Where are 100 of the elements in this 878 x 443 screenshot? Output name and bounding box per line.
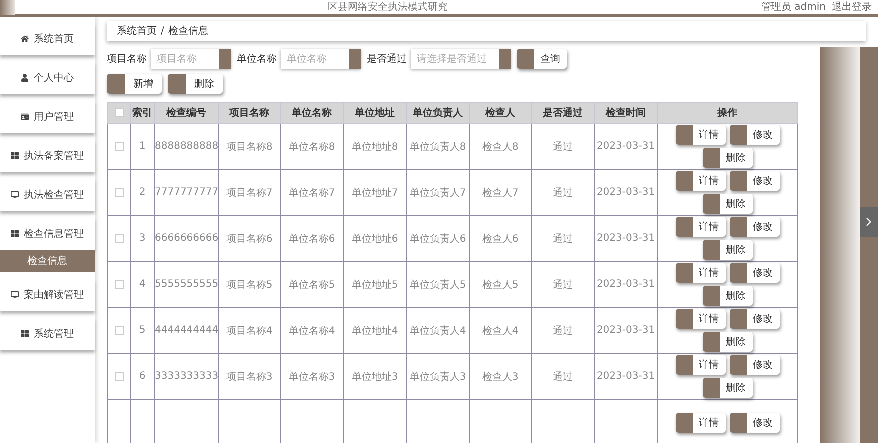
table-cell: 5555555555: [154, 262, 218, 308]
column-header: 单位名称: [280, 102, 344, 124]
grid-icon: [11, 152, 19, 160]
filter-label: 项目名称: [107, 53, 147, 66]
action-button[interactable]: 详情: [676, 263, 726, 283]
action-button[interactable]: 修改: [730, 412, 780, 432]
user-label: 管理员 admin: [761, 1, 826, 14]
table-cell: 单位负责人3: [406, 354, 470, 400]
action-button[interactable]: 删除: [702, 332, 752, 352]
app-title: 区县网络安全执法模式研究: [327, 0, 450, 14]
column-header: 操作: [658, 102, 798, 124]
sidebar-item[interactable]: 系统首页: [0, 23, 95, 55]
table-cell: 检查人8: [470, 124, 532, 170]
table-cell: 单位名称3: [280, 354, 344, 400]
grid-icon: [21, 330, 29, 338]
sidebar-item[interactable]: 个人中心: [0, 62, 95, 94]
table-cell: 单位地址3: [344, 354, 406, 400]
row-checkbox[interactable]: [114, 280, 124, 289]
table-cell: 检查人7: [470, 170, 532, 216]
sidebar-item[interactable]: 检查信息管理: [0, 218, 95, 250]
table-cell: 1: [130, 124, 154, 170]
table-cell: 2023-03-31: [594, 216, 658, 262]
column-header: 索引: [130, 102, 154, 124]
monitor-icon: [11, 191, 19, 199]
search-button[interactable]: 查询: [517, 49, 567, 69]
row-checkbox[interactable]: [114, 372, 124, 381]
table-cell: 单位负责人4: [406, 308, 470, 354]
table-cell: 单位地址7: [344, 170, 406, 216]
filter-input[interactable]: 请选择是否通过: [411, 49, 511, 69]
user-icon: [21, 74, 29, 82]
table-cell: 单位名称4: [280, 308, 344, 354]
table-cell: 单位负责人7: [406, 170, 470, 216]
table-cell: 通过: [532, 262, 594, 308]
logout-link[interactable]: 退出登录: [832, 0, 872, 14]
sidebar-item[interactable]: 案由解读管理: [0, 279, 95, 311]
breadcrumb-text[interactable]: 系统首页: [117, 24, 157, 38]
table-cell: 8888888888: [154, 124, 218, 170]
table-cell: 单位名称5: [280, 262, 344, 308]
sidebar-item[interactable]: 用户管理: [0, 101, 95, 133]
action-button[interactable]: 详情: [676, 125, 726, 145]
table-cell: 通过: [532, 170, 594, 216]
sidebar-subitem[interactable]: 检查信息: [0, 250, 95, 272]
row-checkbox[interactable]: [114, 142, 124, 151]
action-button[interactable]: 删除: [702, 194, 752, 214]
toolbar-button[interactable]: 新增: [107, 74, 162, 94]
table-cell: 单位名称7: [280, 170, 344, 216]
action-button[interactable]: 详情: [676, 355, 726, 375]
sidebar-item[interactable]: 执法备案管理: [0, 140, 95, 172]
action-button[interactable]: 删除: [702, 286, 752, 306]
table-cell: 2: [130, 170, 154, 216]
column-header: 项目名称: [218, 102, 280, 124]
table-cell: 单位名称6: [280, 216, 344, 262]
action-button[interactable]: 删除: [702, 240, 752, 260]
next-button[interactable]: [860, 207, 878, 237]
table-cell: 通过: [532, 216, 594, 262]
table-cell: 2023-03-31: [594, 308, 658, 354]
action-button[interactable]: 删除: [702, 148, 752, 168]
table-cell: 5: [130, 308, 154, 354]
filter-label: 是否通过: [367, 52, 407, 66]
table-cell: 2023-03-31: [594, 354, 658, 400]
filter-input[interactable]: 单位名称: [281, 49, 361, 69]
action-button[interactable]: 详情: [676, 171, 726, 191]
table-cell: 6: [130, 354, 154, 400]
table-cell: 项目名称8: [218, 124, 280, 170]
table-cell: 单位负责人6: [406, 216, 470, 262]
row-checkbox[interactable]: [114, 188, 124, 197]
action-button[interactable]: 修改: [730, 125, 780, 145]
action-button[interactable]: 修改: [730, 263, 780, 283]
action-button[interactable]: 修改: [730, 309, 780, 329]
sidebar-item[interactable]: 系统管理: [0, 318, 95, 350]
table-cell: 单位负责人5: [406, 262, 470, 308]
column-header: 单位负责人: [406, 102, 470, 124]
row-checkbox[interactable]: [114, 326, 124, 335]
action-button[interactable]: 修改: [730, 355, 780, 375]
filter-input[interactable]: 项目名称: [151, 49, 231, 69]
toolbar-button[interactable]: 删除: [168, 74, 223, 94]
table-cell: 2023-03-31: [594, 170, 658, 216]
table-cell: 单位地址6: [344, 216, 406, 262]
column-header: 检查时间: [594, 102, 658, 124]
action-button[interactable]: 详情: [676, 217, 726, 237]
action-button[interactable]: 详情: [676, 309, 726, 329]
table-cell: 通过: [532, 308, 594, 354]
action-button[interactable]: 修改: [730, 217, 780, 237]
breadcrumb-text: 检查信息: [168, 24, 208, 38]
row-checkbox[interactable]: [114, 234, 124, 243]
breadcrumb-text: /: [161, 26, 164, 36]
logo-block: [0, 0, 15, 15]
table-cell: 检查人6: [470, 216, 532, 262]
table-cell: 3: [130, 216, 154, 262]
table-cell: 单位名称8: [280, 124, 344, 170]
table-cell: 2023-03-31: [594, 124, 658, 170]
action-button[interactable]: 删除: [702, 378, 752, 398]
action-button[interactable]: 修改: [730, 171, 780, 191]
column-header: 是否通过: [532, 102, 594, 124]
table-cell: 2023-03-31: [594, 262, 658, 308]
sidebar-item[interactable]: 执法检查管理: [0, 179, 95, 211]
table-cell: 项目名称3: [218, 354, 280, 400]
select-all-checkbox[interactable]: [114, 108, 124, 118]
home-icon: [21, 35, 29, 43]
action-button[interactable]: 详情: [676, 412, 726, 432]
